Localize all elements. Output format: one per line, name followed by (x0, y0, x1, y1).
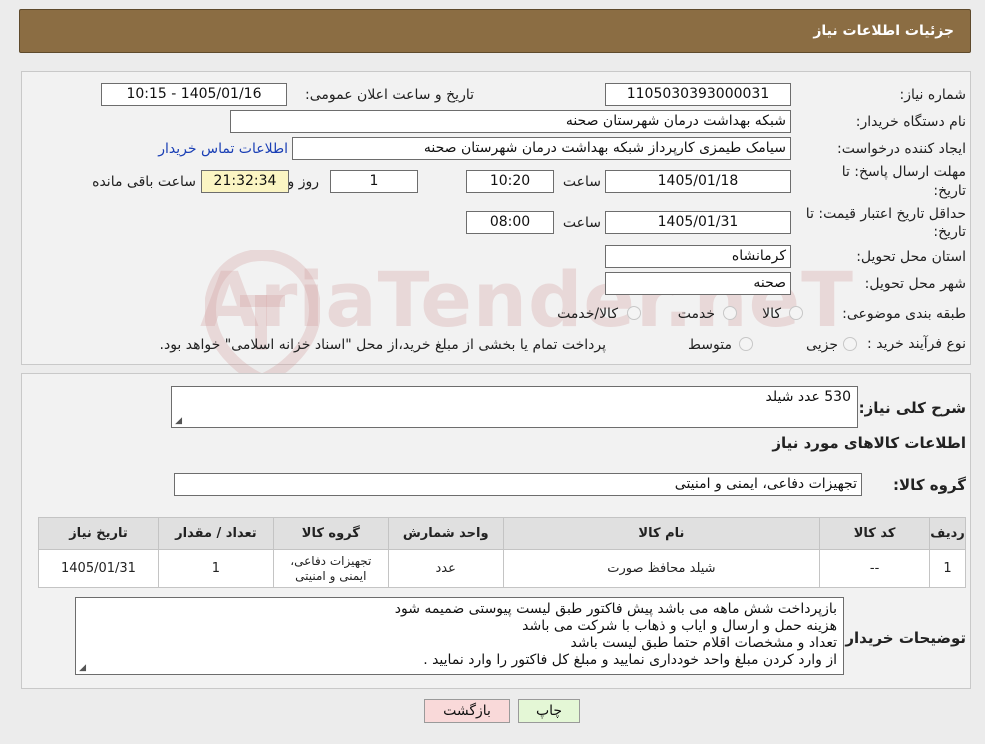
buyer-org-field: شبکه بهداشت درمان شهرستان صحنه (230, 110, 791, 133)
validity-label-line2: تاریخ: (933, 224, 966, 240)
col-unit-header: واحد شمارش (387, 517, 504, 550)
category-goods-service-label: کالا/خدمت (557, 306, 618, 322)
summary-label: شرح کلی نیاز: (858, 399, 966, 417)
buyer-notes-field: بازپرداخت شش ماهه می باشد پیش فاکتور طبق… (75, 597, 844, 675)
col-qty-header: تعداد / مقدار (157, 517, 274, 550)
goods-info-title: اطلاعات کالاهای مورد نیاز (772, 434, 966, 452)
back-button[interactable]: بازگشت (424, 699, 510, 723)
summary-text: 530 عدد شیلد (765, 389, 851, 405)
buyer-notes-line: از وارد کردن مبلغ واحد خودداری نمایید و … (423, 652, 837, 668)
buyer-contact-link[interactable]: اطلاعات تماس خریدار (158, 141, 288, 157)
category-label: طبقه بندی موضوعی: (842, 306, 966, 322)
col-name-header: نام کالا (502, 517, 821, 550)
deadline-date-field: 1405/01/18 (605, 170, 791, 193)
category-service-radio[interactable] (723, 306, 737, 320)
city-label: شهر محل تحویل: (864, 276, 966, 292)
cell-unit: عدد (387, 549, 504, 588)
table-row: 1 -- شیلد محافظ صورت عدد تجهیزات دفاعی، … (38, 549, 966, 588)
deadline-time-field: 10:20 (466, 170, 554, 193)
cell-qty: 1 (157, 549, 274, 588)
col-code-header: کد کالا (819, 517, 931, 550)
creator-label: ایجاد کننده درخواست: (837, 141, 966, 157)
validity-label-line1: حداقل تاریخ اعتبار قیمت: تا (805, 206, 966, 222)
summary-field: 530 عدد شیلد ◢ (171, 386, 858, 428)
city-field: صحنه (605, 272, 791, 295)
days-label: روز و (287, 174, 320, 190)
process-minor-label: جزیی (806, 337, 838, 353)
cell-group: تجهیزات دفاعی، ایمنی و امنیتی (272, 549, 389, 588)
process-medium-label: متوسط (688, 337, 732, 353)
need-number-field: 1105030393000031 (605, 83, 791, 106)
cell-code: -- (819, 549, 931, 588)
category-goods-label: کالا (762, 306, 781, 322)
days-field: 1 (330, 170, 418, 193)
process-note: پرداخت تمام یا بخشی از مبلغ خرید،از محل … (159, 337, 606, 353)
province-field: کرمانشاه (605, 245, 791, 268)
deadline-label-line2: تاریخ: (933, 183, 966, 199)
page-header: جزئیات اطلاعات نیاز (19, 9, 971, 53)
cell-name: شیلد محافظ صورت (502, 549, 821, 588)
category-service-label: خدمت (677, 306, 715, 322)
buyer-notes-label: توضیحات خریدار: (839, 629, 966, 647)
resize-handle-icon[interactable]: ◢ (174, 417, 182, 426)
table-header-row: ردیف کد کالا نام کالا واحد شمارش گروه کا… (38, 517, 966, 550)
remaining-time-field: 21:32:34 (201, 170, 289, 193)
deadline-time-label: ساعت (562, 174, 601, 190)
goods-group-field: تجهیزات دفاعی، ایمنی و امنیتی (174, 473, 862, 496)
validity-time-field: 08:00 (466, 211, 554, 234)
category-goods-radio[interactable] (789, 306, 803, 320)
col-row-header: ردیف (929, 517, 966, 550)
cell-date: 1405/01/31 (38, 549, 159, 588)
col-group-header: گروه کالا (272, 517, 389, 550)
province-label: استان محل تحویل: (856, 249, 966, 265)
buyer-notes-line: هزینه حمل و ارسال و ایاب و ذهاب با شرکت … (522, 618, 837, 634)
buyer-org-label: نام دستگاه خریدار: (855, 114, 966, 130)
page-title: جزئیات اطلاعات نیاز (813, 23, 954, 39)
print-button[interactable]: چاپ (518, 699, 580, 723)
announce-datetime-field: 1405/01/16 - 10:15 (101, 83, 287, 106)
goods-group-label: گروه کالا: (893, 476, 966, 494)
process-minor-radio[interactable] (843, 337, 857, 351)
col-date-header: تاریخ نیاز (38, 517, 159, 550)
validity-date-field: 1405/01/31 (605, 211, 791, 234)
category-goods-service-radio[interactable] (627, 306, 641, 320)
validity-time-label: ساعت (562, 215, 601, 231)
goods-table: ردیف کد کالا نام کالا واحد شمارش گروه کا… (38, 517, 966, 588)
announce-label: تاریخ و ساعت اعلان عمومی: (305, 87, 474, 103)
process-medium-radio[interactable] (739, 337, 753, 351)
buyer-notes-line: بازپرداخت شش ماهه می باشد پیش فاکتور طبق… (394, 601, 837, 617)
need-number-label: شماره نیاز: (899, 87, 967, 103)
deadline-label-line1: مهلت ارسال پاسخ: تا (841, 164, 966, 180)
buyer-notes-line: تعداد و مشخصات اقلام حتما طبق لیست باشد (570, 635, 838, 651)
process-label: نوع فرآیند خرید : (867, 336, 966, 352)
creator-field: سیامک طیمزی کارپرداز شبکه بهداشت درمان ش… (292, 137, 791, 160)
remaining-label: ساعت باقی مانده (92, 174, 196, 190)
resize-handle-icon[interactable]: ◢ (78, 664, 86, 673)
cell-row: 1 (929, 549, 966, 588)
